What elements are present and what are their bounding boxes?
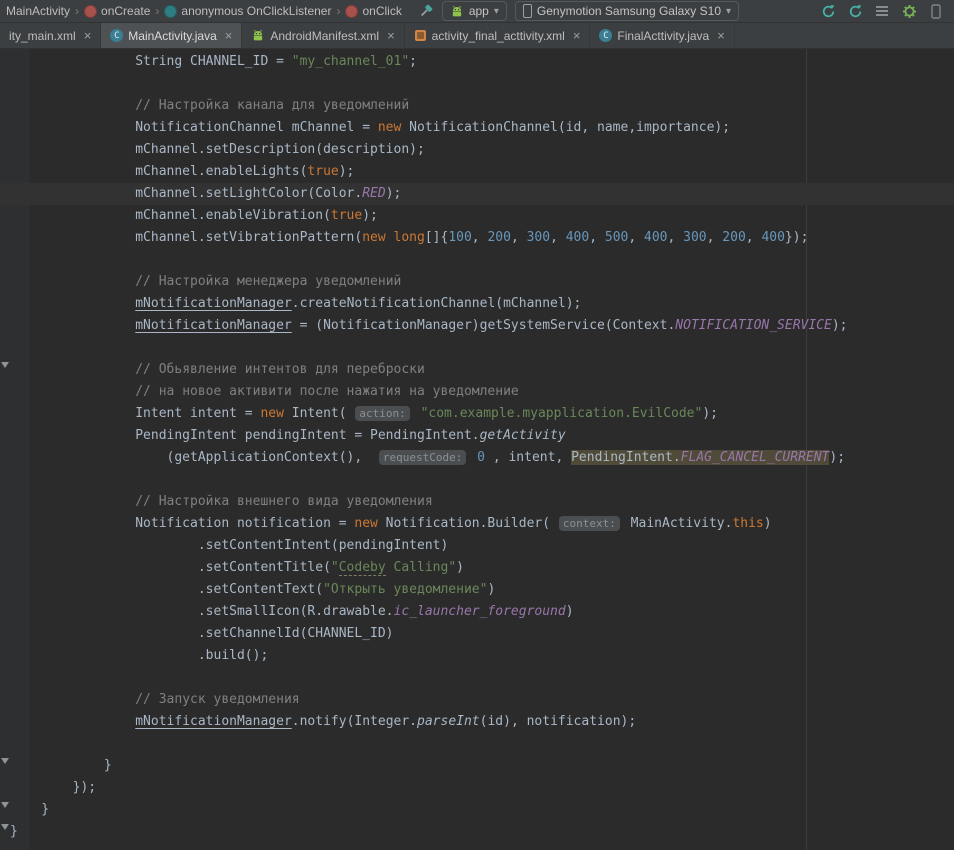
java-class-icon: C [599, 29, 612, 42]
code-line[interactable]: // Обьявление интентов для переброски [0, 359, 954, 381]
code-area[interactable]: String CHANNEL_ID = "my_channel_01"; // … [0, 49, 954, 843]
code-line[interactable]: mNotificationManager = (NotificationMana… [0, 315, 954, 337]
code-line[interactable]: // Настройка менеджера уведомлений [0, 271, 954, 293]
breadcrumb-separator: › [75, 4, 79, 18]
close-icon[interactable]: × [573, 29, 581, 42]
code-line[interactable]: mNotificationManager.createNotificationC… [0, 293, 954, 315]
android-manifest-icon [251, 29, 265, 42]
breadcrumb-label: anonymous OnClickListener [181, 4, 331, 18]
code-line[interactable]: // Настройка внешнего вида уведомления [0, 491, 954, 513]
close-icon[interactable]: × [387, 29, 395, 42]
breadcrumb-label: MainActivity [6, 4, 70, 18]
code-line[interactable]: .setContentTitle("Codeby Calling") [0, 557, 954, 579]
code-line[interactable]: mChannel.setVibrationPattern(new long[]{… [0, 227, 954, 249]
chevron-down-icon: ▾ [494, 6, 499, 17]
tab-label: AndroidManifest.xml [270, 29, 379, 43]
tab-label: MainActivity.java [128, 29, 216, 43]
connected-device-icon[interactable] [928, 3, 944, 19]
close-icon[interactable]: × [717, 29, 725, 42]
close-icon[interactable]: × [84, 29, 92, 42]
tab-label: activity_final_acttivity.xml [432, 29, 565, 43]
method-icon [345, 5, 358, 18]
code-line[interactable]: mChannel.enableLights(true); [0, 161, 954, 183]
layout-xml-icon [414, 29, 427, 42]
device-label: Genymotion Samsung Galaxy S10 [537, 4, 721, 18]
code-line[interactable]: mChannel.setDescription(description); [0, 139, 954, 161]
code-line[interactable]: // Настройка канала для уведомлений [0, 95, 954, 117]
run-config-label: app [469, 4, 489, 18]
profiler-list-icon[interactable] [874, 3, 890, 19]
code-line[interactable] [0, 469, 954, 491]
code-line[interactable]: }); [0, 777, 954, 799]
fold-marker[interactable] [1, 824, 9, 830]
editor[interactable]: String CHANNEL_ID = "my_channel_01"; // … [0, 49, 954, 850]
code-line[interactable]: .build(); [0, 645, 954, 667]
run-config-selector[interactable]: app ▾ [442, 1, 507, 21]
code-line[interactable] [0, 667, 954, 689]
code-line[interactable]: mChannel.setLightColor(Color.RED); [0, 183, 954, 205]
java-class-icon: C [110, 29, 123, 42]
code-line[interactable]: } [0, 799, 954, 821]
main-toolbar: MainActivity › onCreate › anonymous OnClickL… [0, 0, 954, 23]
tab-androidmanifest-xml[interactable]: AndroidManifest.xml × [242, 23, 404, 48]
tab-finalacttivity-java[interactable]: C FinalActtivity.java × [590, 23, 734, 48]
breadcrumb-item[interactable]: onCreate [82, 4, 152, 18]
breadcrumb-item[interactable]: anonymous OnClickListener [162, 4, 333, 18]
breadcrumb-separator: › [336, 4, 340, 18]
code-line[interactable]: PendingIntent pendingIntent = PendingInt… [0, 425, 954, 447]
fold-marker[interactable] [1, 362, 9, 368]
toolbar-actions [820, 3, 950, 19]
breadcrumb-item[interactable]: MainActivity [4, 4, 72, 18]
code-line[interactable]: // Запуск уведомления [0, 689, 954, 711]
code-line[interactable]: // на новое активити после нажатия на ув… [0, 381, 954, 403]
code-line[interactable]: NotificationChannel mChannel = new Notif… [0, 117, 954, 139]
close-icon[interactable]: × [225, 29, 233, 42]
breadcrumb-item[interactable]: onClick [343, 4, 403, 18]
fold-marker[interactable] [1, 758, 9, 764]
chevron-down-icon: ▾ [726, 6, 731, 17]
method-icon [84, 5, 97, 18]
tab-mainactivity-java[interactable]: C MainActivity.java × [101, 23, 242, 48]
apply-changes-restart-icon[interactable] [820, 3, 836, 19]
breadcrumb-label: onClick [362, 4, 401, 18]
code-line[interactable]: Intent intent = new Intent( action: "com… [0, 403, 954, 425]
breadcrumb-label: onCreate [101, 4, 150, 18]
code-line[interactable] [0, 249, 954, 271]
code-line[interactable]: String CHANNEL_ID = "my_channel_01"; [0, 51, 954, 73]
tab-label: FinalActtivity.java [617, 29, 709, 43]
code-line[interactable]: (getApplicationContext(), requestCode: 0… [0, 447, 954, 469]
device-phone-icon [523, 4, 532, 18]
code-line[interactable]: Notification notification = new Notifica… [0, 513, 954, 535]
fold-marker[interactable] [1, 802, 9, 808]
breadcrumb-separator: › [155, 4, 159, 18]
device-selector[interactable]: Genymotion Samsung Galaxy S10 ▾ [515, 1, 739, 21]
code-line[interactable] [0, 337, 954, 359]
android-app-icon [450, 5, 464, 18]
device-manager-gear-icon[interactable] [901, 3, 917, 19]
class-icon [164, 5, 177, 18]
code-line[interactable]: } [0, 755, 954, 777]
code-line[interactable]: } [0, 821, 954, 843]
build-hammer-icon[interactable] [418, 3, 434, 19]
code-line[interactable] [0, 733, 954, 755]
tab-label: ity_main.xml [9, 29, 76, 43]
apply-code-changes-icon[interactable] [847, 3, 863, 19]
tab-activity-final-acttivity-xml[interactable]: activity_final_acttivity.xml × [405, 23, 591, 48]
code-line[interactable] [0, 73, 954, 95]
code-line[interactable]: .setContentText("Открыть уведомление") [0, 579, 954, 601]
code-line[interactable]: .setSmallIcon(R.drawable.ic_launcher_for… [0, 601, 954, 623]
code-line[interactable]: .setChannelId(CHANNEL_ID) [0, 623, 954, 645]
breadcrumbs: MainActivity › onCreate › anonymous OnClickL… [4, 4, 404, 18]
code-line[interactable]: mNotificationManager.notify(Integer.pars… [0, 711, 954, 733]
code-line[interactable]: .setContentIntent(pendingIntent) [0, 535, 954, 557]
tab-ity-main-xml[interactable]: ity_main.xml × [0, 23, 101, 48]
code-line[interactable]: mChannel.enableVibration(true); [0, 205, 954, 227]
tabbar: ity_main.xml×CMainActivity.java×AndroidM… [0, 23, 954, 49]
